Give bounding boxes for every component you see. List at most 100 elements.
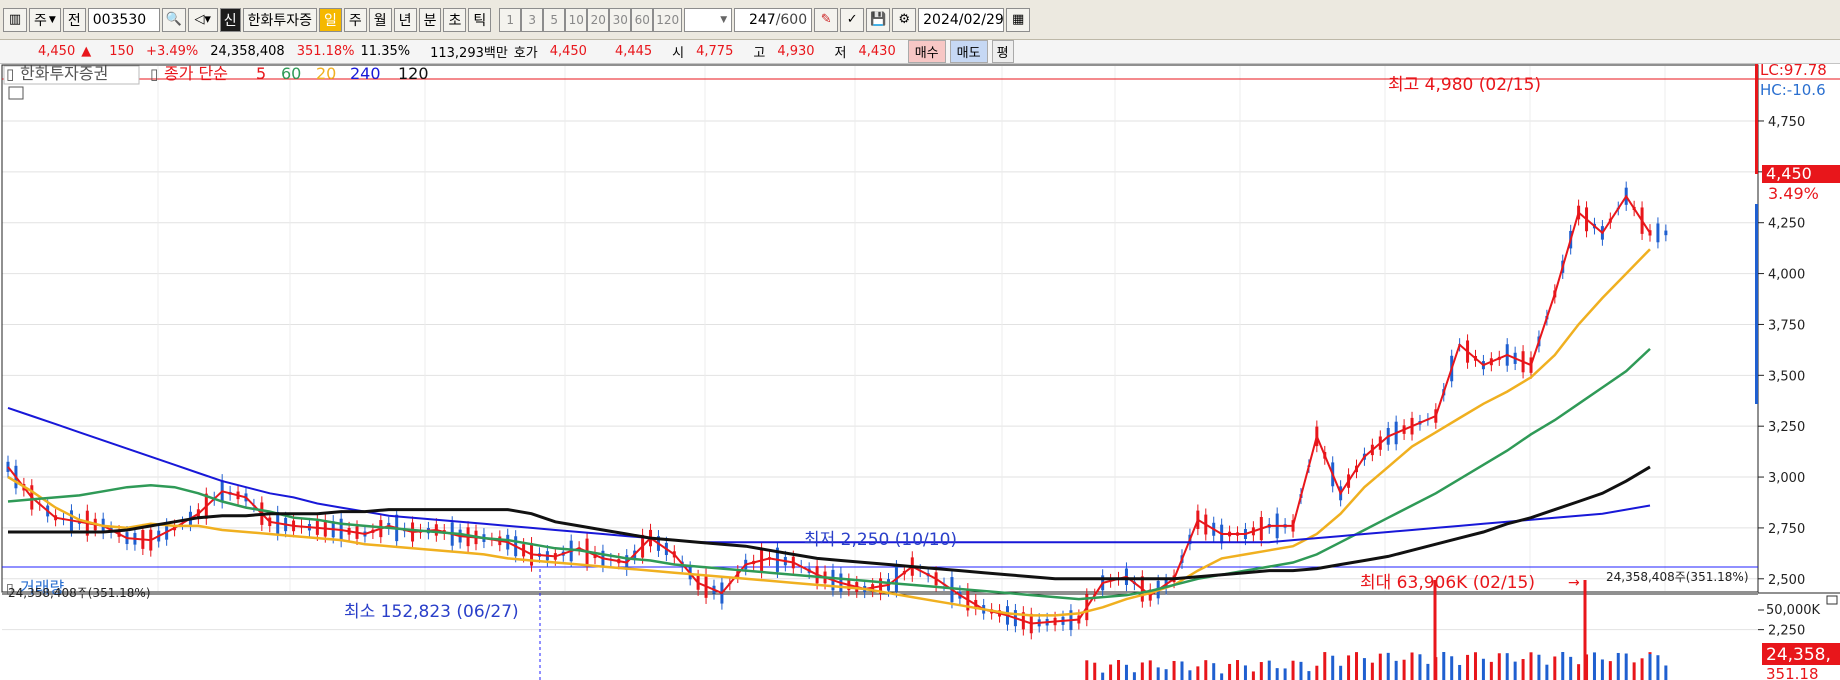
chart-background (0, 64, 1840, 680)
candle (1664, 230, 1668, 236)
volume-bar (1497, 653, 1501, 680)
low: 4,430 (858, 44, 896, 59)
indicator-icon[interactable]: ✎ (814, 7, 839, 32)
chart-type-icon[interactable]: ▥ (3, 7, 27, 32)
volume-bar (1648, 654, 1652, 680)
volume-bar (1481, 658, 1485, 680)
bid-label: 호가 (513, 46, 538, 61)
interval-tab[interactable]: 120 (653, 7, 683, 32)
interval-tab[interactable]: 5 (543, 7, 566, 32)
axis-tick-label: 4,750 (1768, 115, 1805, 130)
ask: 4,450 (549, 44, 587, 59)
calendar-icon[interactable]: ▦ (1006, 7, 1031, 32)
turnover: 11.35% (360, 44, 411, 59)
volume-bar (1600, 659, 1604, 680)
stock-code-input[interactable]: 003530 (87, 7, 160, 32)
legend-series-label: 종가 단순 (164, 64, 228, 83)
volume-bar (1624, 653, 1628, 680)
min-volume-annotation: 최소 152,823 (06/27) (344, 602, 519, 622)
volume-bar (1418, 654, 1422, 680)
volume-bar (1402, 659, 1406, 680)
period-tab[interactable]: 틱 (468, 7, 492, 32)
axis-tick-label: 2,750 (1768, 522, 1805, 537)
volume-bar (1545, 664, 1549, 680)
search-icon[interactable]: 🔍 (161, 7, 186, 32)
low-label: 저 (834, 46, 847, 61)
volume-bar (1426, 663, 1430, 680)
volume-bar (1370, 662, 1374, 680)
volume-bar (1275, 668, 1279, 680)
date-value: 2024/02/29 (923, 11, 1004, 28)
volume-bar (1529, 652, 1533, 680)
volume-bar (1339, 665, 1343, 680)
period-tab[interactable]: 분 (418, 7, 442, 32)
volume-bar (1299, 661, 1303, 680)
hc-bar (1755, 204, 1758, 404)
axis-tick-label: 2,250 (1768, 624, 1805, 639)
volume-bar (1085, 660, 1089, 680)
interval-tab[interactable]: 30 (609, 7, 632, 32)
period-tab[interactable]: 일 (319, 7, 342, 32)
volume-bar (1466, 654, 1470, 680)
count-field[interactable]: 247 /600 (734, 7, 813, 32)
max-volume-annotation: 최대 63,906K (02/15) (1360, 573, 1535, 593)
period-tab[interactable]: 년 (393, 7, 417, 32)
legend-marker: ▯ (6, 65, 14, 83)
count-value: 247 (748, 11, 776, 28)
interval-tab[interactable]: 3 (521, 7, 544, 32)
volume-bar (1291, 660, 1295, 680)
date-field[interactable]: 2024/02/29 (918, 7, 1005, 32)
interval-tabs: 1 3 5 10 20 30 60 120 (499, 7, 683, 32)
volume-bar (1220, 673, 1224, 680)
period-tab[interactable]: 주 (343, 7, 367, 32)
volume-bar (1132, 672, 1136, 680)
volume-bar (1101, 672, 1105, 680)
chevron-down-icon: ▼ (720, 14, 728, 25)
volume-bar (1537, 654, 1541, 680)
save-icon[interactable]: 💾 (866, 7, 891, 32)
axis-tick-label: 2,500 (1768, 573, 1805, 588)
new-badge: 신 (219, 7, 241, 32)
arrow-right-icon: → (1568, 575, 1580, 591)
volume-bar (1228, 663, 1232, 680)
interval-tab[interactable]: 60 (631, 7, 654, 32)
volume-bar (1489, 661, 1493, 680)
period-tab[interactable]: 월 (368, 7, 392, 32)
legend-stock-name: 한화투자증권 (20, 64, 108, 83)
buy-button[interactable]: 매수 (907, 40, 946, 63)
volume-bar (1583, 580, 1587, 680)
volume-bar (1433, 580, 1437, 680)
volume-bar (1164, 669, 1168, 680)
table-toggle-icon[interactable] (8, 86, 24, 100)
volume-bar (1656, 655, 1660, 680)
volume-bar (1394, 660, 1398, 680)
price-chart[interactable]: 2,250 2,500 2,750 3,000 3,250 3,500 3,750 4,000… (0, 64, 1840, 680)
volume-bar (1109, 664, 1113, 680)
interval-tab[interactable]: 20 (587, 7, 610, 32)
gear-icon[interactable]: ⚙ (892, 7, 917, 32)
prev-button[interactable]: 전 (62, 7, 86, 32)
interval-custom-select[interactable]: ▼ (684, 7, 733, 32)
pane-maximize-icon[interactable] (1826, 595, 1838, 605)
speaker-icon[interactable]: ◁▾ (187, 7, 218, 32)
draw-tool-icon[interactable]: ✓ (840, 7, 865, 32)
volume-bar (1513, 661, 1517, 680)
volume-bar (1577, 664, 1581, 680)
volume-bar (1259, 662, 1263, 680)
volume-bar (1283, 668, 1287, 680)
interval-tab[interactable]: 1 (499, 7, 522, 32)
volume-bar (1212, 663, 1216, 680)
interval-tab[interactable]: 10 (565, 7, 588, 32)
legend-ma5: 5 (256, 64, 266, 83)
avg-button[interactable]: 평 (991, 40, 1014, 63)
period-tab[interactable]: 초 (443, 7, 467, 32)
volume-bar (1561, 652, 1565, 680)
volume-bar (1458, 664, 1462, 680)
market-type-select[interactable]: 주 ▼ (29, 7, 61, 32)
volume-bar (1117, 660, 1121, 680)
volume-bar (1347, 655, 1351, 680)
count-total: /600 (775, 11, 808, 28)
axis-tick-label: 3,750 (1768, 318, 1805, 333)
sell-button[interactable]: 매도 (949, 40, 988, 63)
axis-tick-label: 3,250 (1768, 420, 1805, 435)
